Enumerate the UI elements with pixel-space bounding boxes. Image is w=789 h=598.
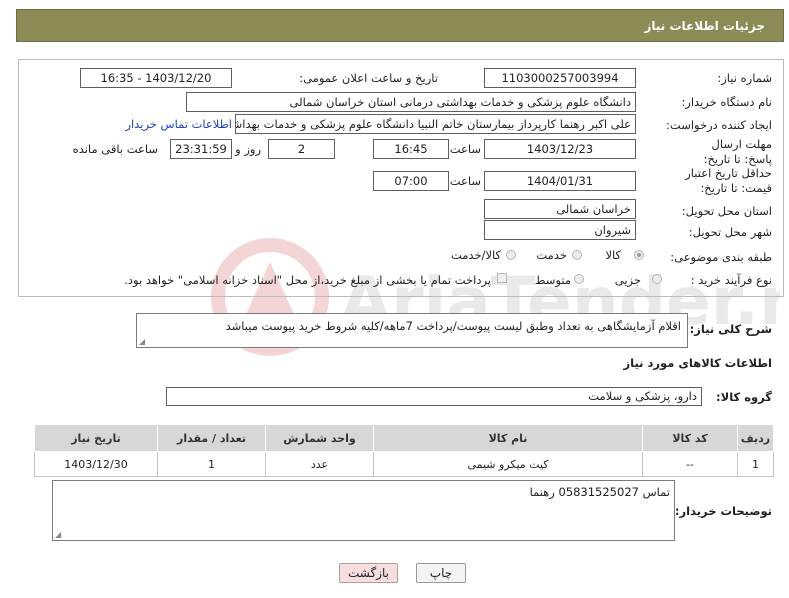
category-option-service: خدمت [536,248,567,262]
category-radio-goods-service[interactable] [506,250,516,260]
description-text: اقلام آزمایشگاهی به تعداد وطبق لیست پیوس… [225,319,681,333]
col-qty: تعداد / مقدار [157,424,266,452]
reply-deadline-label: مهلت ارسال پاسخ: تا تاریخ: [703,137,772,166]
buyer-notes-text: تماس 05831525027 رهنما [529,485,670,499]
print-button[interactable]: چاپ [416,563,466,583]
need-number-field: 1103000257003994 [484,68,636,88]
col-code: کد کالا [642,424,738,452]
category-option-goods-service: کالا/خدمت [450,248,501,262]
category-option-goods: کالا [605,248,621,262]
price-time-label: ساعت [449,174,481,188]
price-time-field: 07:00 [373,171,449,191]
process-radio-minor[interactable] [652,274,662,284]
announce-date-field: 1403/12/20 - 16:35 [80,68,232,88]
goods-group-field: دارو، پزشکی و سلامت [166,387,702,406]
cell-date: 1403/12/30 [34,451,158,477]
cell-row: 1 [737,451,774,477]
province-label: استان محل تحویل: [681,204,772,218]
remaining-time-label: ساعت باقی مانده [72,142,158,156]
goods-section-title: اطلاعات کالاهای مورد نیاز [623,356,772,370]
goods-table-header: ردیف کد کالا نام کالا واحد شمارش تعداد /… [34,424,774,452]
resize-grip-icon[interactable]: ◢ [139,337,145,346]
back-button[interactable]: بازگشت [339,563,398,583]
buyer-notes-label: توضیحات خریدار: [674,504,772,518]
price-date-field: 1404/01/31 [484,171,636,191]
city-label: شهر محل تحویل: [688,225,772,239]
page-title: جزئیات اطلاعات نیاز [644,19,765,33]
category-label: طبقه بندی موضوعی: [670,250,772,264]
reply-date-field: 1403/12/23 [484,139,636,159]
creator-label: ایجاد کننده درخواست: [666,118,772,132]
creator-field: علی اکبر رهنما کارپرداز بیمارستان خاتم ا… [235,114,636,134]
goods-group-label: گروه کالا: [716,390,772,404]
process-option-minor: جزیی [614,273,641,287]
price-validity-label: حداقل تاریخ اعتبار قیمت: تا تاریخ: [685,166,772,195]
cell-qty: 1 [157,451,266,477]
announce-date-label: تاریخ و ساعت اعلان عمومی: [299,71,438,85]
need-number-label: شماره نیاز: [717,71,772,85]
col-name: نام کالا [373,424,643,452]
city-field: شیروان [484,220,636,240]
days-label: روز و [235,142,261,156]
reply-time-field: 16:45 [373,139,449,159]
buyer-org-label: نام دستگاه خریدار: [681,95,772,109]
col-date: تاریخ نیاز [34,424,158,452]
category-radio-service[interactable] [572,250,582,260]
category-radio-goods[interactable] [634,250,644,260]
buyer-notes-textarea[interactable]: تماس 05831525027 رهنما ◢ [52,480,675,541]
description-textarea[interactable]: اقلام آزمایشگاهی به تعداد وطبق لیست پیوس… [136,313,688,348]
buyer-org-field: دانشگاه علوم پزشکی و خدمات بهداشتی درمان… [186,92,636,112]
process-option-medium: متوسط [534,273,571,287]
goods-table: ردیف کد کالا نام کالا واحد شمارش تعداد /… [34,424,774,477]
process-label: نوع فرآیند خرید : [690,273,772,287]
cell-unit: عدد [265,451,374,477]
col-row: ردیف [737,424,774,452]
page-header: جزئیات اطلاعات نیاز [16,9,784,42]
province-field: خراسان شمالی [484,199,636,219]
reply-time-label: ساعت [449,142,481,156]
cell-name: کیت میکرو شیمی [373,451,643,477]
remaining-time-field: 23:31:59 [170,139,232,159]
col-unit: واحد شمارش [265,424,374,452]
cell-code: -- [642,451,738,477]
treasury-payment-note: پرداخت تمام یا بخشی از مبلغ خرید،از محل … [124,273,491,287]
buyer-contact-link[interactable]: اطلاعات تماس خریدار [125,117,232,131]
process-radio-medium[interactable] [574,274,584,284]
table-row: 1 -- کیت میکرو شیمی عدد 1 1403/12/30 [34,451,774,477]
description-label: شرح کلی نیاز: [689,322,772,336]
treasury-payment-checkbox[interactable] [497,273,507,283]
resize-grip-icon[interactable]: ◢ [55,530,61,539]
days-field: 2 [268,139,335,159]
